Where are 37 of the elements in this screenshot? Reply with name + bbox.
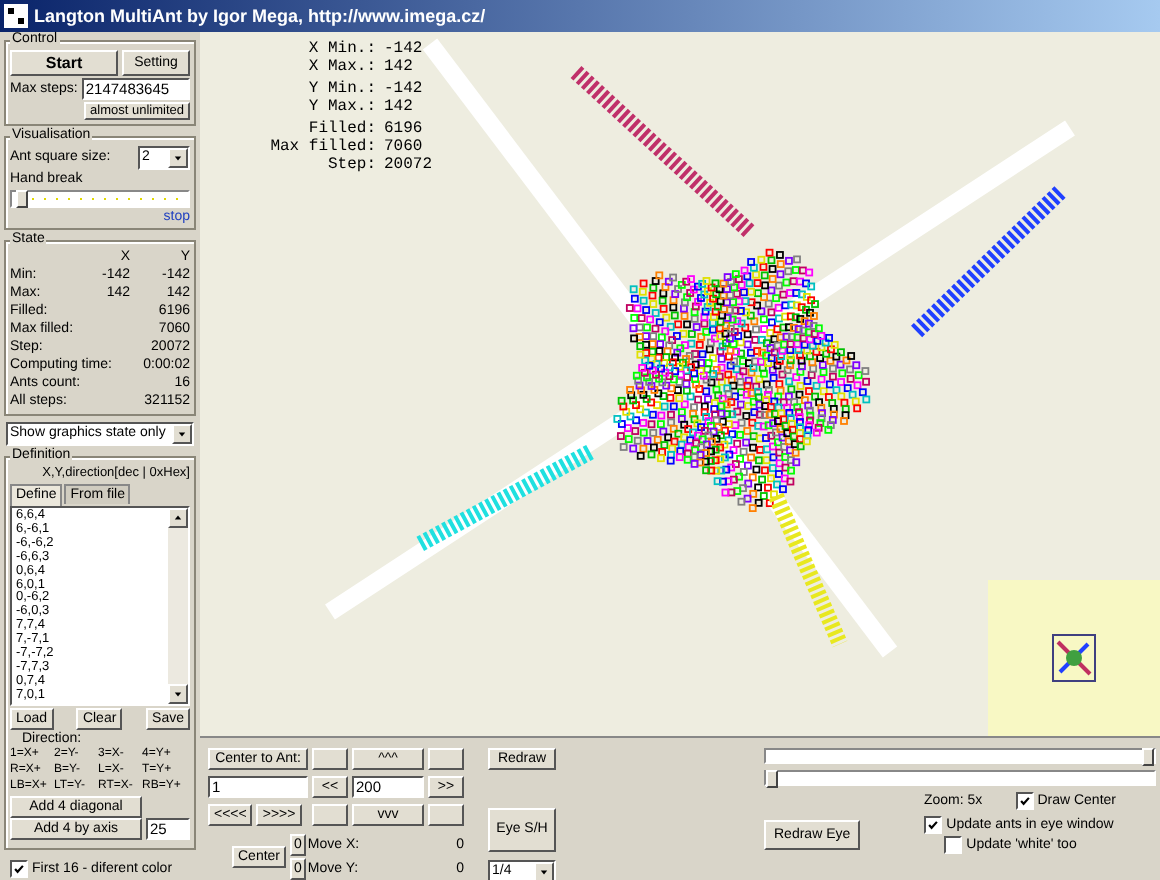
blank-button[interactable] xyxy=(428,748,464,770)
stat-value: 20072 xyxy=(384,156,435,174)
blank-button[interactable] xyxy=(312,748,348,770)
app-icon xyxy=(4,4,28,28)
dropdown-icon xyxy=(172,424,192,444)
hand-break-slider[interactable] xyxy=(10,190,190,208)
stat-value: -142 xyxy=(384,80,425,98)
stat-label: Y Max.: xyxy=(306,98,376,116)
slider-thumb[interactable] xyxy=(766,770,778,788)
checkbox[interactable] xyxy=(924,816,943,834)
slider-thumb[interactable] xyxy=(1142,748,1154,766)
eye-slider[interactable] xyxy=(764,770,1156,786)
stat-value: 142 xyxy=(384,98,415,116)
slider-thumb[interactable] xyxy=(15,190,28,208)
toolbar-button[interactable]: Start xyxy=(10,50,118,76)
scroll-up-icon[interactable] xyxy=(168,508,188,528)
stat-label: X Min.: xyxy=(306,40,376,58)
stat-value: 142 xyxy=(384,58,415,76)
stat-value: 7060 xyxy=(384,138,425,156)
checkbox[interactable] xyxy=(1015,792,1034,810)
eye-view-drawing xyxy=(1052,634,1096,682)
stat-label: Y Min.: xyxy=(306,80,376,98)
stat-value: 6196 xyxy=(384,120,425,138)
dropdown-icon xyxy=(168,148,188,168)
window-title: Langton MultiAnt by Igor Mega, http://www.imega.cz/ xyxy=(34,5,486,27)
stat-label: Filled: xyxy=(306,120,376,138)
stat-value: -142 xyxy=(384,40,425,58)
blank-button[interactable] xyxy=(312,804,348,826)
scroll-down-icon[interactable] xyxy=(168,684,188,704)
scrollbar[interactable] xyxy=(168,508,188,704)
stat-label: X Max.: xyxy=(306,58,376,76)
stat-label: Max filled: xyxy=(268,138,376,156)
eye-slider[interactable] xyxy=(764,748,1156,764)
stat-label: Step: xyxy=(325,156,376,174)
checkbox[interactable] xyxy=(10,860,28,878)
blank-button[interactable] xyxy=(428,804,464,826)
checkbox[interactable] xyxy=(944,836,963,854)
